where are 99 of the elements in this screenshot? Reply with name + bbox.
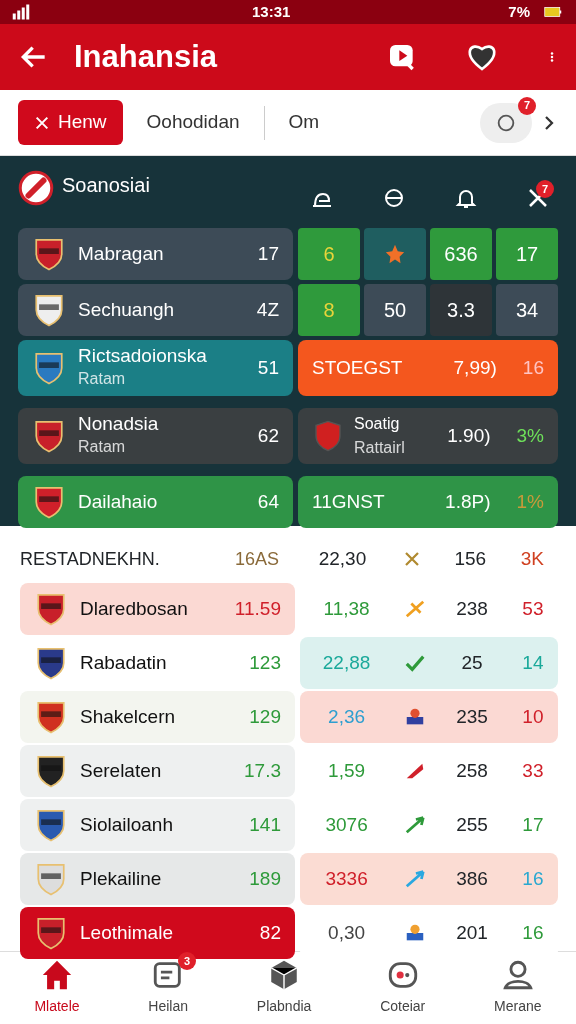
team-name: Dlaredbosan bbox=[80, 596, 188, 621]
column-header: 22,30 bbox=[318, 546, 367, 571]
team-row[interactable]: Serelaten 17.3 bbox=[20, 745, 295, 797]
team-score: 17 bbox=[257, 241, 279, 266]
odds-value[interactable]: 3.3 bbox=[447, 295, 475, 325]
team-subtitle: Ratam bbox=[78, 368, 127, 389]
team-name: Siolailoanh bbox=[80, 812, 173, 837]
odds-value: 255 bbox=[456, 812, 488, 837]
team-name: Sechuangh bbox=[78, 299, 175, 321]
column-header: 156 bbox=[454, 546, 487, 571]
odds-value: 3076 bbox=[325, 812, 368, 837]
section-title: Soanosiai bbox=[62, 173, 151, 198]
odds-value: 33 bbox=[522, 758, 544, 783]
team-score: 189 bbox=[249, 866, 281, 891]
odds-value: 1.8P) bbox=[445, 489, 491, 514]
odds-card[interactable]: Soatig Rattairl 1.90) 3% bbox=[298, 408, 558, 464]
team-row[interactable]: Plekailine 189 bbox=[20, 853, 295, 905]
column-header: RESTADNEKHN. bbox=[20, 547, 160, 571]
team-card[interactable]: Sechuangh 4Z bbox=[18, 284, 293, 336]
odds-value: 1,59 bbox=[328, 758, 366, 783]
odds-value: 258 bbox=[456, 758, 488, 783]
odds-percent: 3% bbox=[516, 423, 544, 448]
odds-percent: 1% bbox=[516, 489, 544, 514]
odds-value: 17 bbox=[522, 812, 544, 837]
odds-value: 235 bbox=[456, 704, 488, 729]
filter-chip[interactable]: Oohodidan bbox=[130, 100, 256, 145]
odds-value: 10 bbox=[522, 704, 544, 729]
odds-value[interactable]: 50 bbox=[383, 295, 407, 325]
odds-value: 0,30 bbox=[328, 920, 366, 945]
team-card[interactable]: Rictsadoionska Ratam 51 bbox=[18, 340, 293, 396]
team-score: 64 bbox=[257, 489, 279, 514]
odds-label: STOEGST bbox=[312, 355, 404, 380]
status-time: 13:31 bbox=[251, 2, 291, 20]
odds-value: 386 bbox=[456, 866, 488, 891]
team-name: Serelaten bbox=[80, 758, 162, 783]
team-score: 51 bbox=[257, 355, 279, 380]
team-score: 141 bbox=[249, 812, 281, 837]
team-name: Rabadatin bbox=[80, 650, 167, 675]
logo-icon bbox=[18, 170, 54, 206]
team-row[interactable]: Shakelcern 129 bbox=[20, 691, 295, 743]
odds-value: 2,36 bbox=[328, 704, 366, 729]
app-title: Inahansia bbox=[74, 37, 219, 76]
odds-value[interactable]: 34 bbox=[515, 295, 539, 325]
odds-row[interactable]: 3336 386 16 bbox=[300, 853, 558, 905]
filter-chip[interactable]: Om bbox=[272, 100, 336, 145]
odds-cell[interactable] bbox=[364, 228, 426, 280]
profile-icon bbox=[500, 958, 535, 992]
team-score: 129 bbox=[249, 704, 281, 729]
team-score: 123 bbox=[249, 650, 281, 675]
odds-label: 11GNST bbox=[312, 489, 386, 514]
team-subtitle: Ratam bbox=[78, 436, 127, 457]
column-header: 3K bbox=[520, 546, 545, 571]
team-score: 62 bbox=[257, 423, 279, 448]
team-score: 11.59 bbox=[234, 596, 281, 621]
odds-value[interactable]: 636 bbox=[444, 239, 478, 269]
team-name: Leothimale bbox=[80, 920, 173, 945]
team-score: 4Z bbox=[256, 297, 279, 322]
odds-value: 201 bbox=[456, 920, 488, 945]
team-name: Nonadsia bbox=[78, 413, 159, 435]
odds-value: 7,99) bbox=[453, 355, 497, 380]
team-score: 82 bbox=[259, 920, 281, 945]
odds-value: 3336 bbox=[325, 866, 368, 891]
odds-value: 16 bbox=[522, 866, 544, 891]
team-name: Rictsadoionska bbox=[78, 345, 207, 367]
team-score: 17.3 bbox=[244, 758, 281, 783]
odds-value: 25 bbox=[461, 650, 483, 675]
cross-icon bbox=[403, 598, 426, 620]
odds-value: 238 bbox=[456, 596, 488, 621]
odds-value: 14 bbox=[522, 650, 544, 675]
odds-label: Soatig bbox=[354, 414, 401, 434]
star-icon bbox=[384, 243, 406, 265]
odds-sublabel: Rattairl bbox=[354, 438, 406, 458]
badge-count: 7 bbox=[536, 180, 554, 198]
odds-value: 22,88 bbox=[322, 650, 371, 675]
odds-row[interactable]: 22,88 25 14 bbox=[300, 637, 558, 689]
team-name: Dailahaio bbox=[78, 491, 158, 513]
filter-chip[interactable]: Henw bbox=[18, 100, 123, 145]
team-name: Shakelcern bbox=[80, 704, 176, 729]
column-header: 16AS bbox=[234, 547, 279, 571]
notification-badge: 7 bbox=[518, 96, 536, 115]
odds-row[interactable]: 2,36 235 10 bbox=[300, 691, 558, 743]
team-card[interactable]: Dailahaio 64 bbox=[18, 476, 293, 528]
odds-value: 11,38 bbox=[323, 596, 370, 621]
close-icon bbox=[34, 114, 50, 131]
team-name: Plekailine bbox=[80, 866, 162, 891]
odds-percent: 16 bbox=[522, 355, 544, 380]
odds-value[interactable]: 17 bbox=[515, 239, 539, 269]
odds-value: 1.90) bbox=[447, 423, 491, 448]
team-name: Mabragan bbox=[78, 243, 164, 265]
team-card[interactable]: Mabragan 17 bbox=[18, 228, 293, 280]
notification-button[interactable] bbox=[480, 102, 532, 143]
team-row[interactable]: Siolailoanh 141 bbox=[20, 799, 295, 851]
team-card[interactable]: Nonadsia Ratam 62 bbox=[18, 408, 293, 464]
cross-icon bbox=[402, 550, 421, 568]
odds-value: 16 bbox=[522, 920, 544, 945]
odds-card[interactable]: 11GNST 1.8P) 1% bbox=[298, 476, 558, 528]
odds-value: 53 bbox=[522, 596, 544, 621]
team-row[interactable]: Dlaredbosan 11.59 bbox=[20, 583, 295, 635]
battery-percent: 7% bbox=[508, 1, 530, 22]
